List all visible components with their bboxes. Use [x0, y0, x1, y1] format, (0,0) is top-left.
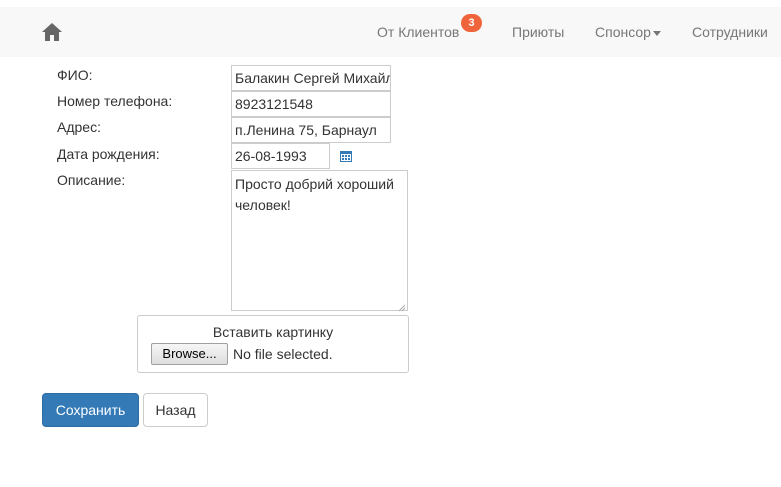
image-upload-panel: Вставить картинку Browse... No file sele… — [137, 315, 409, 373]
browse-button[interactable]: Browse... — [151, 343, 228, 365]
nav-item-sponsor-dropdown[interactable]: Спонсор — [595, 7, 661, 57]
fio-input[interactable]: Балакин Сергей Михайлович — [231, 65, 391, 91]
nav-item-clients[interactable]: От Клиентов — [377, 7, 459, 57]
address-label: Адрес: — [57, 119, 101, 135]
birth-date-label: Дата рождения: — [57, 146, 160, 162]
home-icon — [41, 22, 63, 42]
resize-grip-icon[interactable] — [396, 299, 406, 312]
file-status: No file selected. — [233, 346, 333, 362]
caret-down-icon — [652, 30, 661, 36]
notification-badge: 3 — [461, 14, 482, 32]
upload-title: Вставить картинку — [212, 324, 334, 340]
nav-item-sponsor-label: Спонсор — [595, 24, 651, 40]
description-textarea[interactable]: Просто добрий хороший человек! — [231, 170, 408, 311]
save-button[interactable]: Сохранить — [42, 393, 139, 427]
birth-date-input[interactable]: 26-08-1993 — [231, 143, 330, 169]
phone-input[interactable]: 8923121548 — [231, 91, 391, 117]
nav-item-staff[interactable]: Сотрудники — [692, 7, 768, 57]
nav-item-staff-label: Сотрудники — [692, 24, 768, 40]
phone-label: Номер телефона: — [57, 93, 173, 109]
nav-item-shelters[interactable]: Приюты — [512, 7, 564, 57]
fio-label: ФИО: — [57, 67, 93, 83]
description-label: Описание: — [57, 172, 126, 188]
calendar-icon[interactable] — [340, 150, 352, 162]
nav-item-shelters-label: Приюты — [512, 24, 565, 40]
address-input[interactable]: п.Ленина 75, Барнаул — [231, 117, 391, 143]
navbar: От Клиентов 3 Приюты Спонсор Сотрудники — [0, 7, 781, 57]
nav-item-clients-label: От Клиентов — [377, 24, 460, 40]
home-link[interactable] — [41, 22, 63, 42]
back-button[interactable]: Назад — [143, 393, 208, 427]
